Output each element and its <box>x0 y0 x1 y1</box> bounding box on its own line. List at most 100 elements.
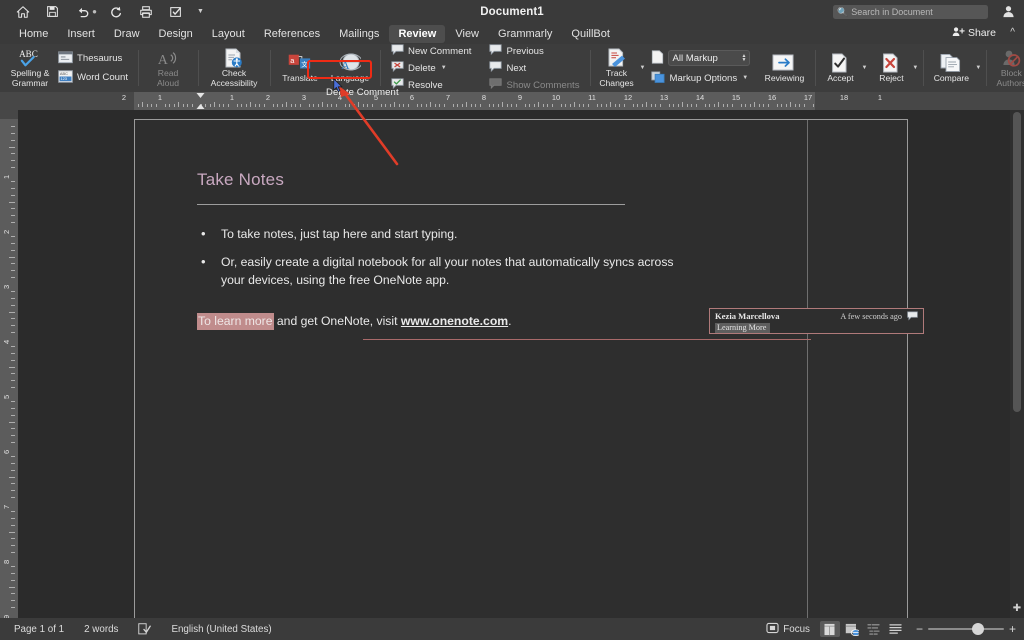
comment-author: Kezia Marcellova <box>715 311 780 321</box>
ruler-tick <box>11 511 15 512</box>
track-changes-dropdown-icon[interactable]: ▼ <box>640 65 646 71</box>
tab-design[interactable]: Design <box>150 25 202 43</box>
customize-caret-icon[interactable]: ▼ <box>197 8 204 15</box>
compare-button[interactable]: Compare <box>928 50 974 86</box>
tab-quillbot[interactable]: QuillBot <box>562 25 619 43</box>
share-button[interactable]: Share <box>952 26 996 40</box>
compare-dropdown-icon[interactable]: ▼ <box>975 65 981 71</box>
markup-display-select[interactable]: All Markup ▲ ▼ <box>668 50 751 66</box>
zoom-out-button[interactable]: − <box>916 623 923 635</box>
spelling-and-grammar-button[interactable]: ABC Spelling & Grammar <box>5 45 55 90</box>
language-button[interactable]: A Language <box>325 50 375 86</box>
home-icon[interactable] <box>14 3 31 20</box>
accept-button[interactable]: Accept <box>820 50 860 86</box>
ruler-tick <box>547 104 548 107</box>
resolve-comment-button[interactable]: Resolve <box>388 77 476 93</box>
comment-bubble-icon[interactable] <box>907 311 918 321</box>
word-count[interactable]: 2 words <box>74 624 128 635</box>
delete-comment-button[interactable]: Delete ▼ <box>388 60 476 76</box>
ruler-tick <box>331 104 332 107</box>
search-input[interactable]: 🔍 Search in Document <box>833 5 988 19</box>
list-item[interactable]: To take notes, just tap here and start t… <box>197 224 697 244</box>
comment-text[interactable]: Learning More <box>715 323 771 333</box>
accept-dropdown-icon[interactable]: ▼ <box>861 65 867 71</box>
list-item[interactable]: Or, easily create a digital notebook for… <box>197 252 697 290</box>
spinner-icon[interactable]: ▲ ▼ <box>742 53 747 63</box>
tab-insert[interactable]: Insert <box>58 25 104 43</box>
chevron-up-icon[interactable]: ^ <box>1010 27 1015 38</box>
block-authors-icon <box>1000 47 1022 68</box>
thesaurus-button[interactable]: Thesaurus <box>55 50 133 68</box>
save-icon[interactable] <box>44 3 61 20</box>
horizontal-ruler[interactable]: 2 1 1 2 3 4 5 6 7 8 9 10 11 12 13 14 15 16 17 18 1 <box>0 92 1024 110</box>
check-accessibility-button[interactable]: Check Accessibility <box>203 45 265 90</box>
redo-icon[interactable] <box>107 3 124 20</box>
tab-review[interactable]: Review <box>389 24 446 43</box>
new-comment-icon <box>391 44 404 58</box>
reject-dropdown-icon[interactable]: ▼ <box>912 65 918 71</box>
zoom-slider-knob[interactable] <box>971 623 984 635</box>
page-count[interactable]: Page 1 of 1 <box>0 624 74 635</box>
ruler-tick <box>570 104 571 107</box>
tab-view[interactable]: View <box>446 25 488 43</box>
ruler-tick <box>11 277 15 278</box>
tab-draw[interactable]: Draw <box>105 25 149 43</box>
scrollbar-thumb[interactable] <box>1013 112 1021 412</box>
ruler-tick <box>11 360 15 361</box>
reject-button[interactable]: Reject <box>871 50 911 86</box>
proofing-status-icon[interactable] <box>128 623 161 635</box>
translate-button[interactable]: a文 Translate <box>275 50 325 86</box>
next-comment-button[interactable]: Next <box>486 60 584 76</box>
draft-view-button[interactable] <box>886 621 906 637</box>
document-page[interactable]: Take Notes To take notes, just tap here … <box>134 119 924 618</box>
vertical-ruler[interactable]: 123456789 <box>0 110 18 618</box>
block-authors-button[interactable]: Block Authors <box>991 45 1024 90</box>
comment-anchor-line <box>363 339 811 340</box>
undo-icon[interactable]: ● <box>74 3 97 20</box>
document-canvas[interactable]: Take Notes To take notes, just tap here … <box>18 110 1010 618</box>
document-body[interactable]: Take Notes To take notes, just tap here … <box>197 170 697 330</box>
web-layout-view-button[interactable] <box>842 621 862 637</box>
previous-comment-button[interactable]: Previous <box>486 43 584 59</box>
outline-view-button[interactable] <box>864 621 884 637</box>
chevron-down-icon[interactable]: ▼ <box>441 65 447 71</box>
onenote-link[interactable]: www.onenote.com <box>401 314 508 328</box>
tab-grammarly[interactable]: Grammarly <box>489 25 561 43</box>
language-status[interactable]: English (United States) <box>161 624 281 635</box>
print-icon[interactable] <box>137 3 154 20</box>
show-comments-button[interactable]: Show Comments <box>486 77 584 93</box>
select-browse-object-icon[interactable]: ✚ <box>1011 602 1023 614</box>
undo-dropdown-dot[interactable]: ● <box>92 7 97 16</box>
tab-references[interactable]: References <box>255 25 329 43</box>
ribbon-group-comments: New Comment Delete ▼ Resolve Previous Ne… <box>380 44 590 92</box>
learn-more-paragraph[interactable]: To learn more and get OneNote, visit www… <box>197 312 697 330</box>
read-aloud-button[interactable]: A Read Aloud <box>143 45 193 90</box>
ruler-tick <box>11 167 15 168</box>
tab-mailings[interactable]: Mailings <box>330 25 388 43</box>
chevron-down-icon[interactable]: ▼ <box>742 75 748 81</box>
track-changes-button[interactable]: Track Changes <box>595 45 639 90</box>
track-changes-icon[interactable] <box>167 3 184 20</box>
new-comment-button[interactable]: New Comment <box>388 43 476 59</box>
focus-mode-button[interactable]: Focus <box>758 622 818 637</box>
comments-stack-right: Previous Next Show Comments <box>486 43 584 93</box>
tab-home[interactable]: Home <box>10 25 57 43</box>
ruler-tick <box>435 104 436 107</box>
tab-layout[interactable]: Layout <box>203 25 254 43</box>
indent-marker[interactable] <box>196 92 205 110</box>
ruler-tick <box>610 102 611 107</box>
comment-card[interactable]: Kezia Marcellova A few seconds ago Learn… <box>709 308 924 334</box>
commented-text-highlight[interactable]: To learn more <box>197 312 274 330</box>
account-icon[interactable] <box>1001 4 1016 22</box>
markup-options-button[interactable]: Markup Options ▼ <box>649 69 752 88</box>
show-comments-icon <box>489 78 503 92</box>
zoom-in-button[interactable]: + <box>1009 623 1016 635</box>
thesaurus-icon <box>58 50 73 67</box>
zoom-control[interactable]: − + <box>916 623 1016 635</box>
reviewing-pane-button[interactable]: Reviewing <box>758 50 810 86</box>
word-count-button[interactable]: ABC 123 Word Count <box>55 69 133 87</box>
zoom-slider-track[interactable] <box>927 623 1004 635</box>
ruler-tick <box>655 104 656 107</box>
print-layout-view-button[interactable] <box>819 621 840 637</box>
vertical-scrollbar[interactable]: ✚ <box>1010 110 1024 618</box>
